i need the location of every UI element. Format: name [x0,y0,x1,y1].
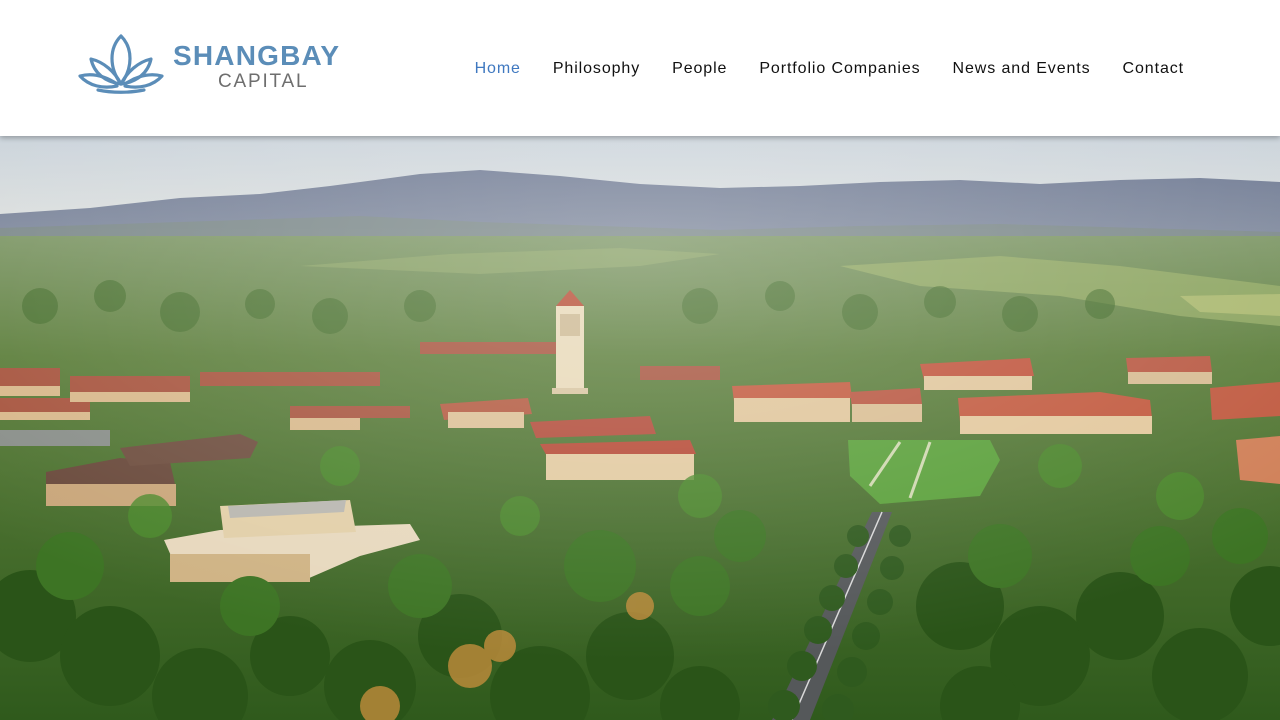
lotus-icon [78,34,164,94]
nav-contact[interactable]: Contact [1107,59,1200,79]
logo-wordmark: SHANGBAY [173,40,341,71]
hero-image [0,136,1280,720]
logo-link[interactable]: SHANGBAY CAPITAL [78,32,370,94]
logo-subtitle: CAPITAL [218,71,309,92]
nav-news-and-events[interactable]: News and Events [937,59,1107,79]
nav-people[interactable]: People [656,59,743,79]
site-header: SHANGBAY CAPITAL Home Philosophy People … [0,0,1280,136]
nav-portfolio-companies[interactable]: Portfolio Companies [743,59,936,79]
nav-philosophy[interactable]: Philosophy [537,59,656,79]
main-nav: Home Philosophy People Portfolio Compani… [459,59,1200,79]
nav-home[interactable]: Home [459,59,537,79]
aerial-campus-photo [0,136,1280,720]
